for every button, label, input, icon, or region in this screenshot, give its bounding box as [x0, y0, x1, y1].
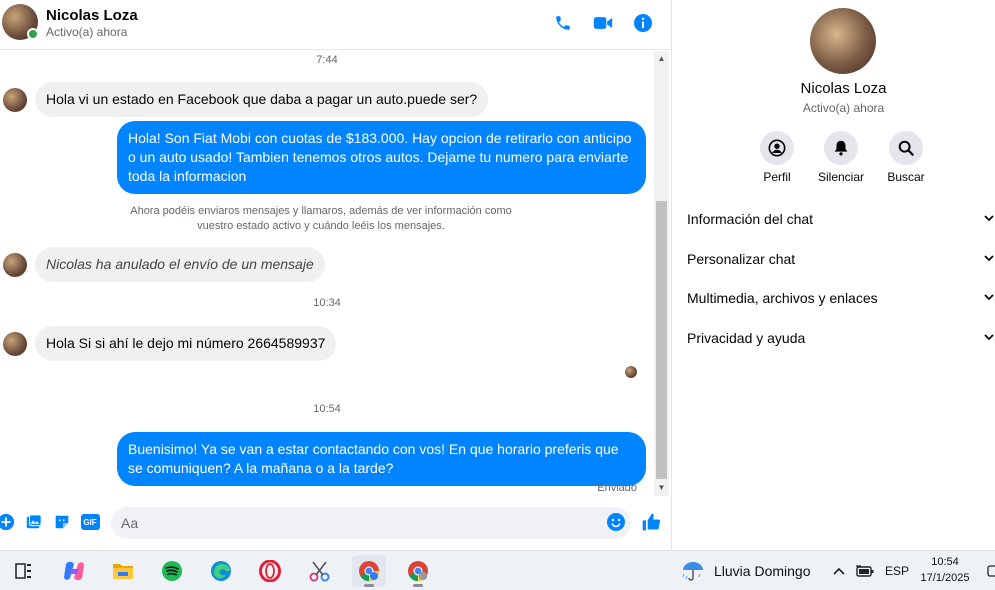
message-list: 7:44 Hola vi un estado en Facebook que d… [0, 51, 654, 496]
section-label: Personalizar chat [687, 251, 796, 267]
outgoing-message[interactable]: Hola! Son Fiat Mobi con cuotas de $183.0… [117, 121, 646, 194]
search-label: Buscar [887, 170, 925, 184]
scroll-down-icon[interactable]: ▼ [654, 483, 669, 493]
chrome-profile-icon[interactable] [401, 555, 435, 587]
mute-label: Silenciar [817, 170, 865, 184]
chat-panel: Nicolas Loza Activo(a) ahora 7:44 Hola v… [0, 0, 672, 550]
running-app-indicator [413, 584, 423, 587]
unsent-message-note: Nicolas ha anulado el envío de un mensaj… [35, 247, 325, 282]
incoming-message[interactable]: Hola vi un estado en Facebook que daba a… [35, 82, 489, 117]
image-icon[interactable] [24, 512, 44, 532]
section-label: Privacidad y ayuda [687, 330, 806, 346]
chevron-down-icon [983, 330, 995, 346]
file-explorer-icon[interactable] [106, 555, 140, 587]
seen-indicator-avatar [625, 366, 637, 378]
spotify-icon[interactable] [155, 555, 189, 587]
system-note: Ahora podéis enviaros mensajes y llamaro… [130, 205, 512, 232]
contact-name[interactable]: Nicolas Loza [46, 7, 138, 24]
timestamp: 7:44 [316, 54, 338, 66]
chat-header: Nicolas Loza Activo(a) ahora [0, 0, 671, 50]
section-label: Multimedia, archivos y enlaces [687, 290, 878, 306]
info-contact-status: Activo(a) ahora [802, 101, 885, 115]
scroll-thumb[interactable] [656, 201, 667, 479]
info-contact-name: Nicolas Loza [800, 80, 887, 97]
phone-icon[interactable] [552, 12, 574, 34]
edge-icon[interactable] [204, 555, 238, 587]
mute-button[interactable]: Silenciar [811, 131, 871, 184]
scroll-up-icon[interactable]: ▲ [654, 54, 669, 64]
timestamp: 10:34 [313, 297, 341, 309]
message-input[interactable] [111, 507, 631, 539]
chevron-down-icon [983, 251, 995, 267]
chevron-up-icon[interactable] [833, 562, 845, 580]
opera-icon[interactable] [253, 555, 287, 587]
avatar[interactable] [3, 253, 27, 277]
messenger-window: Nicolas Loza Activo(a) ahora 7:44 Hola v… [0, 0, 995, 550]
battery-icon[interactable] [856, 562, 874, 580]
video-icon[interactable] [592, 12, 614, 34]
copilot-icon[interactable] [57, 555, 91, 587]
like-icon[interactable] [641, 512, 661, 532]
section-privacy-help[interactable]: Privacidad y ayuda [687, 330, 995, 350]
search-button[interactable]: Buscar [876, 131, 936, 184]
sent-status: Enviado [597, 482, 637, 494]
clock-time: 10:54 [931, 556, 959, 568]
chevron-down-icon [983, 290, 995, 306]
section-customize-chat[interactable]: Personalizar chat [687, 251, 995, 271]
active-app-indicator [364, 584, 374, 587]
section-media-files-links[interactable]: Multimedia, archivos y enlaces [687, 290, 995, 310]
system-clock[interactable]: 10:54 17/1/2025 [912, 554, 978, 586]
weather-label: Lluvia Domingo [714, 563, 811, 579]
taskbar: Lluvia Domingo ESP 10:54 17/1/2025 [0, 550, 995, 590]
gif-icon[interactable]: GIF [80, 512, 100, 532]
search-icon[interactable] [889, 131, 923, 165]
snipping-tool-icon[interactable] [303, 555, 337, 587]
task-view-icon[interactable] [7, 555, 41, 587]
section-chat-info[interactable]: Información del chat [687, 211, 995, 231]
conversation-info-panel: Nicolas Loza Activo(a) ahora Perfil Sile… [672, 0, 995, 550]
incoming-message[interactable]: Hola Si si ahí le dejo mi número 2664589… [35, 326, 337, 361]
online-indicator [27, 28, 39, 40]
sticker-icon[interactable] [52, 512, 72, 532]
plus-icon[interactable] [0, 512, 16, 532]
profile-button[interactable]: Perfil [747, 131, 807, 184]
section-label: Información del chat [687, 211, 814, 227]
timestamp: 10:54 [313, 403, 341, 415]
info-icon[interactable] [632, 12, 654, 34]
profile-photo[interactable] [810, 8, 876, 74]
language-indicator[interactable]: ESP [885, 562, 909, 580]
chrome-icon[interactable] [352, 555, 386, 587]
umbrella-rain-icon [682, 562, 703, 581]
profile-label: Perfil [763, 170, 791, 184]
message-composer: GIF [0, 500, 671, 550]
scrollbar[interactable]: ▲ ▼ [654, 51, 669, 496]
contact-status: Activo(a) ahora [46, 25, 128, 39]
outgoing-message[interactable]: Buenisimo! Ya se van a estar contactando… [117, 432, 646, 486]
weather-widget[interactable]: Lluvia Domingo [680, 559, 811, 583]
emoji-icon[interactable] [606, 512, 626, 532]
bell-icon[interactable] [824, 131, 858, 165]
chevron-down-icon [983, 211, 995, 227]
clock-date: 17/1/2025 [920, 572, 970, 584]
avatar[interactable] [3, 332, 27, 356]
profile-icon[interactable] [760, 131, 794, 165]
gif-label: GIF [80, 514, 100, 530]
avatar[interactable] [3, 88, 27, 112]
notification-icon[interactable] [987, 562, 995, 580]
